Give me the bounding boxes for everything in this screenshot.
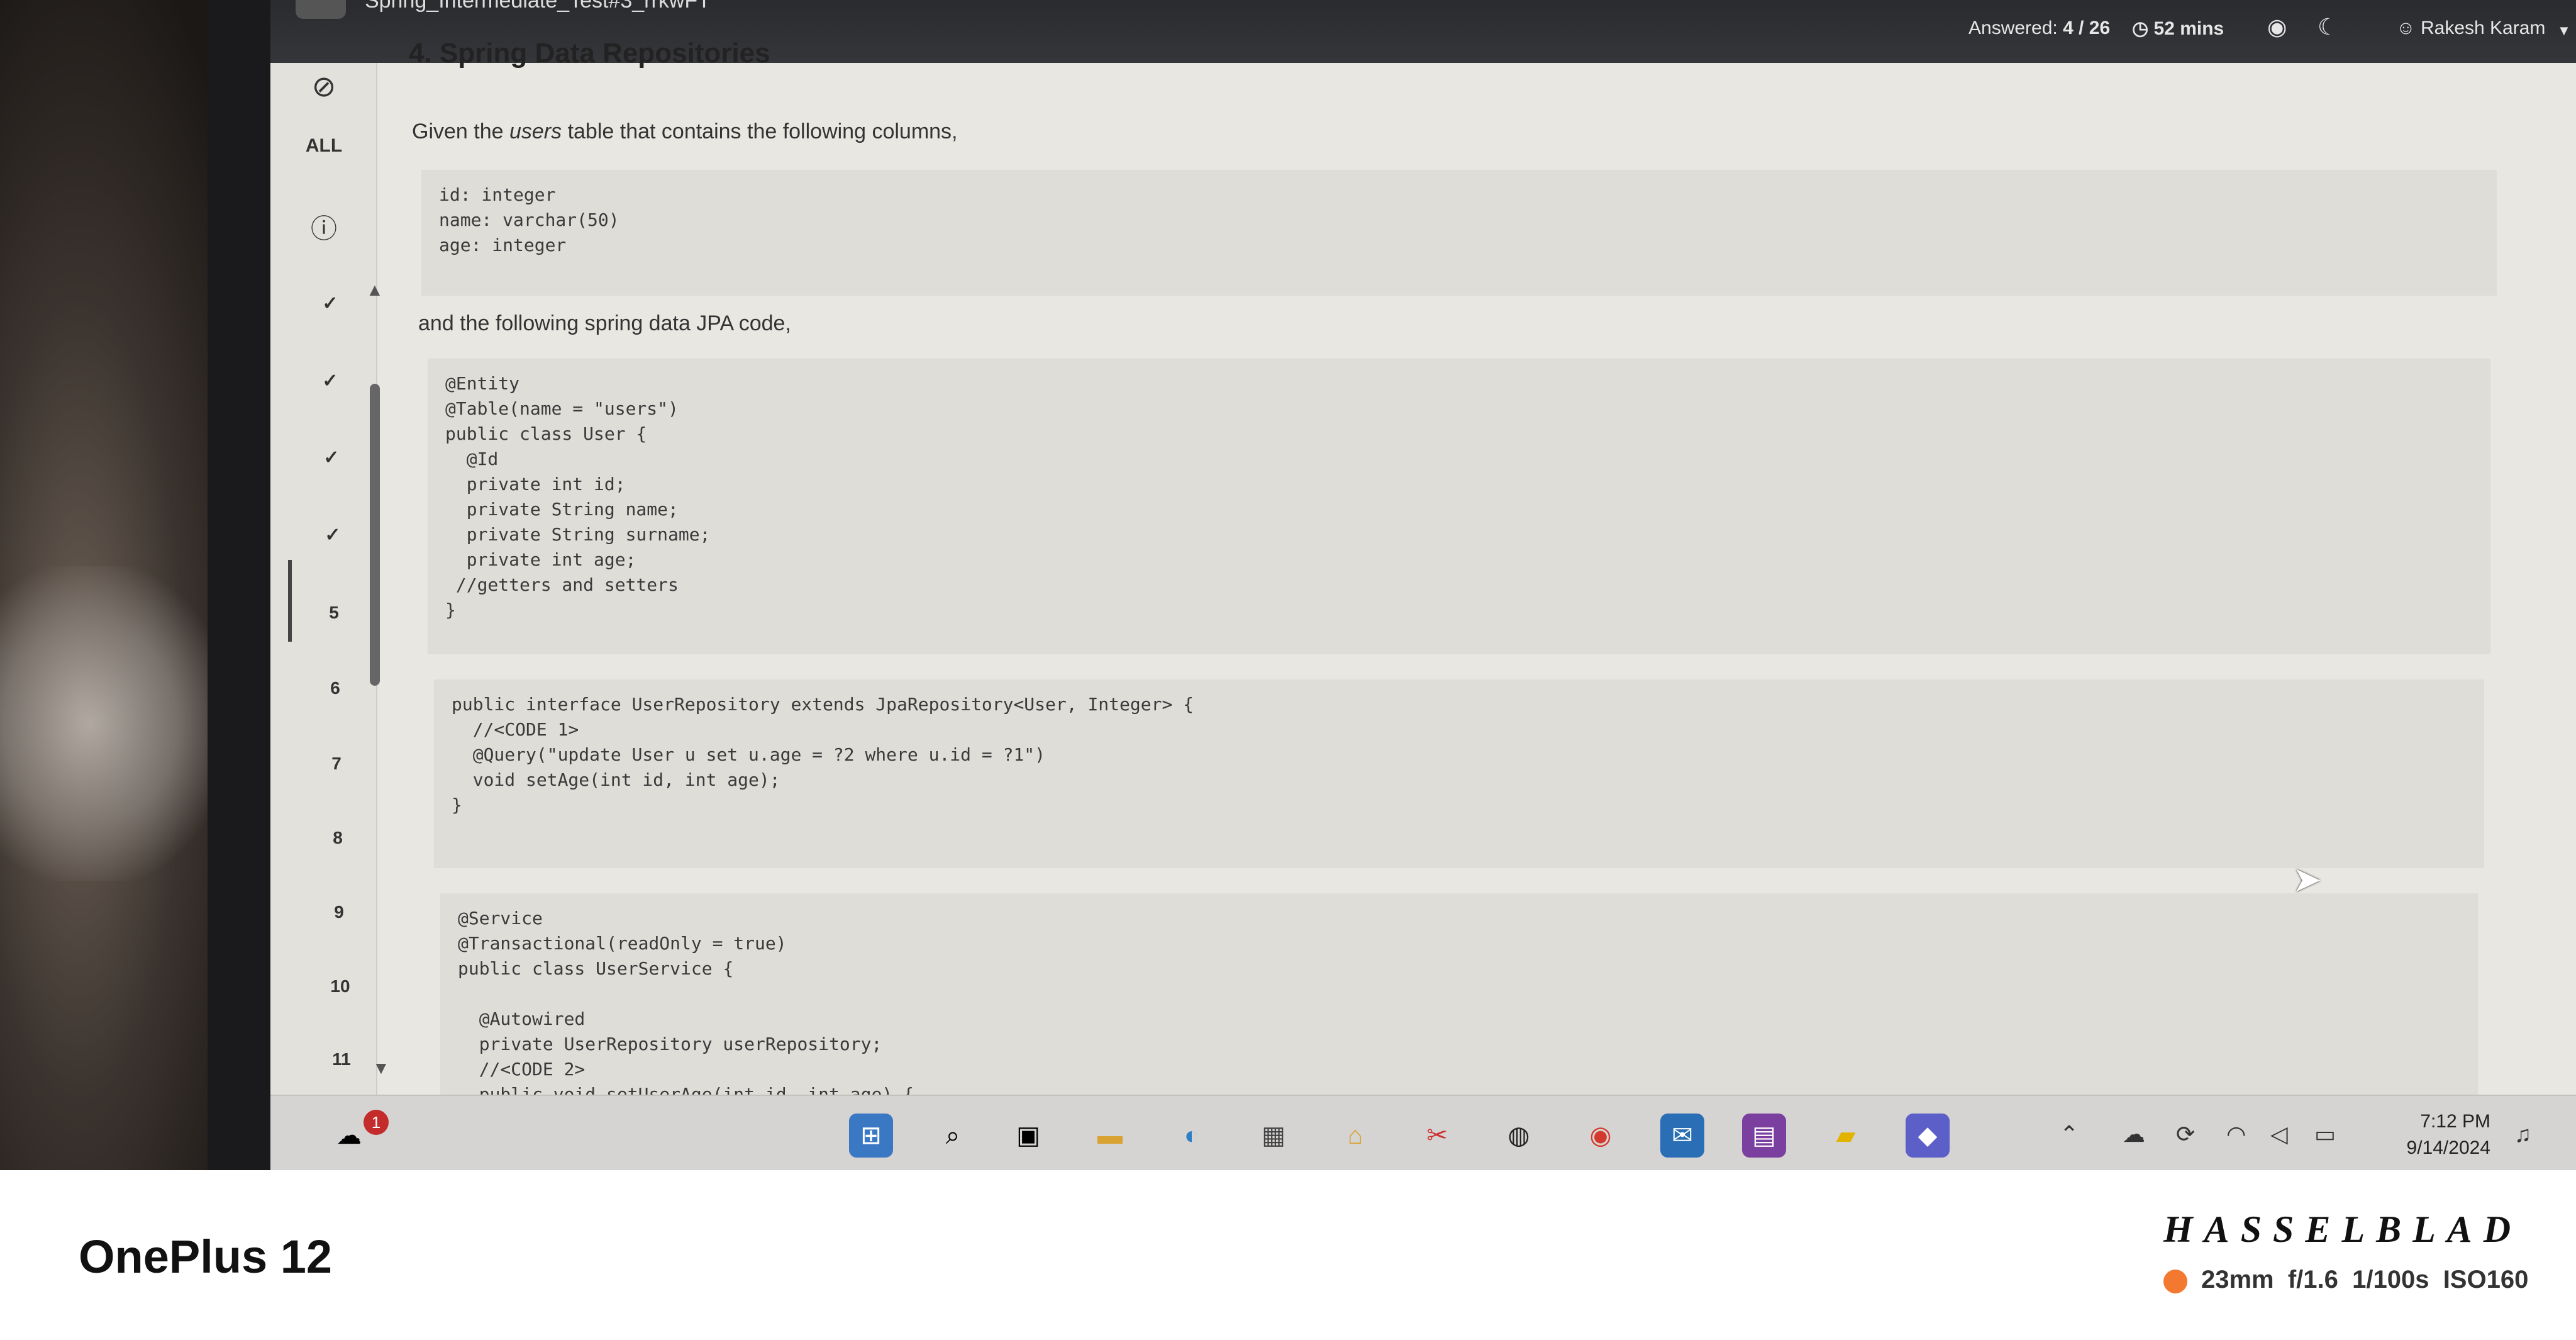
system-clock[interactable]: 7:12 PM 9/14/2024 xyxy=(2346,1108,2490,1161)
intro-text-end: table that contains the following column… xyxy=(567,120,958,143)
task-view-icon[interactable]: ▣ xyxy=(1006,1114,1050,1158)
all-questions-button[interactable]: ALL xyxy=(270,135,377,157)
chevron-down-icon[interactable]: ▼ xyxy=(2557,23,2571,39)
media-app-icon[interactable]: ◍ xyxy=(1497,1114,1541,1158)
device-name: OnePlus 12 xyxy=(79,1231,333,1283)
camera-brand: HASSELBLAD xyxy=(2163,1209,2523,1250)
notification-badge: 1 xyxy=(364,1110,389,1135)
taskbar: ☁ 1 ⊞ ⌕ ▣ ▬ ◐ ▦ ⌂ ✂ ◍ ◉ ✉ ▤ ▰ ◆ ⌃ ☁ ⟳ ◠ … xyxy=(270,1095,2576,1170)
teams-icon[interactable]: ◆ xyxy=(1906,1114,1950,1158)
question-2-answered[interactable]: ✓ xyxy=(283,370,377,392)
snipping-tool-icon[interactable]: ✂ xyxy=(1415,1114,1459,1158)
battery-icon[interactable]: ▭ xyxy=(2314,1121,2336,1147)
rail-scrollbar-thumb[interactable] xyxy=(370,384,380,686)
question-intro: Given the users table that contains the … xyxy=(412,120,958,144)
scroll-up-icon[interactable]: ▲ xyxy=(366,280,384,300)
clock-time: 7:12 PM xyxy=(2420,1111,2490,1132)
app-logo xyxy=(296,0,346,19)
bell-icon[interactable]: ♫ xyxy=(2514,1121,2531,1147)
sticky-notes-icon[interactable]: ▰ xyxy=(1824,1114,1868,1158)
search-icon[interactable]: ⌕ xyxy=(931,1114,975,1158)
fabric-background xyxy=(0,566,226,881)
chevron-up-icon[interactable]: ⌃ xyxy=(2060,1121,2079,1147)
question-rail: ⊘ ALL ⓘ ✓ ✓ ✓ ✓ 5 6 7 8 9 10 11 ▲ ▼ xyxy=(270,63,390,1101)
edge-icon[interactable]: ◐ xyxy=(1170,1114,1214,1158)
accent-dot xyxy=(2163,1270,2187,1293)
columns-code-block: id: integer name: varchar(50) age: integ… xyxy=(421,170,2497,296)
question-content: 4. Spring Data Repositories Given the us… xyxy=(384,25,2553,1107)
store-icon[interactable]: ▦ xyxy=(1252,1114,1296,1158)
question-followup: and the following spring data JPA code, xyxy=(418,311,791,335)
service-code-block: @Service @Transactional(readOnly = true)… xyxy=(440,893,2478,1107)
mouse-cursor-icon: ➤ xyxy=(2292,859,2322,899)
volume-icon[interactable]: ◁ xyxy=(2270,1121,2288,1147)
laptop-screen: Spring_Intermediate_Test#3_rrkwFT Answer… xyxy=(270,0,2576,1170)
quiz-name: Spring_Intermediate_Test#3_rrkwFT xyxy=(365,0,711,13)
onenote-icon[interactable]: ▤ xyxy=(1742,1114,1786,1158)
sync-icon[interactable]: ⟳ xyxy=(2176,1121,2195,1147)
entity-code-block: @Entity @Table(name = "users") public cl… xyxy=(428,359,2490,654)
intro-text-start: Given the xyxy=(412,120,504,143)
file-explorer-icon[interactable]: ▬ xyxy=(1088,1114,1132,1158)
repository-code-block: public interface UserRepository extends … xyxy=(434,679,2484,868)
folder-icon[interactable]: ⌂ xyxy=(1333,1114,1377,1158)
compass-icon[interactable]: ⊘ xyxy=(270,69,377,103)
wifi-icon[interactable]: ◠ xyxy=(2226,1121,2246,1147)
clock-date: 9/14/2024 xyxy=(2406,1137,2490,1158)
outlook-icon[interactable]: ✉ xyxy=(1660,1114,1704,1158)
camera-specs: 23mm f/1.6 1/100s ISO160 xyxy=(2201,1266,2529,1293)
photo-watermark: OnePlus 12 HASSELBLAD 23mm f/1.6 1/100s … xyxy=(0,1170,2576,1340)
info-icon[interactable]: ⓘ xyxy=(270,208,377,246)
onedrive-icon[interactable]: ☁ xyxy=(2123,1121,2145,1147)
active-question-indicator xyxy=(288,560,292,642)
intro-table-name: users xyxy=(509,120,562,143)
question-1-answered[interactable]: ✓ xyxy=(283,293,377,315)
chrome-icon[interactable]: ◉ xyxy=(1579,1114,1623,1158)
question-title: 4. Spring Data Repositories xyxy=(409,38,770,69)
rail-scrollbar[interactable] xyxy=(365,359,384,1139)
start-icon[interactable]: ⊞ xyxy=(849,1114,893,1158)
